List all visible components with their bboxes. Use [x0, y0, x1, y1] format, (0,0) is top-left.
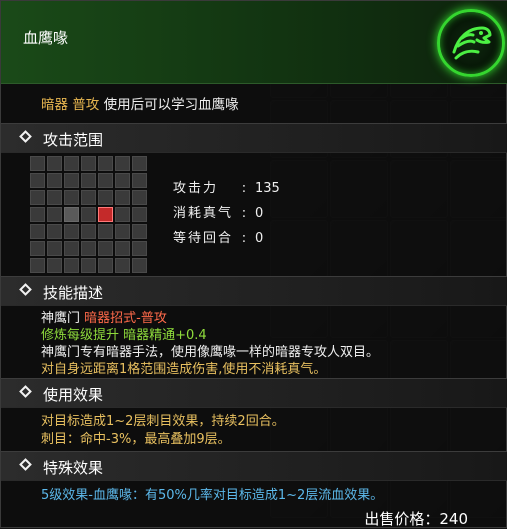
- grid-cell: [132, 241, 147, 256]
- stat-wait-turns: 等待回合:0: [173, 227, 263, 246]
- grid-cell: [47, 173, 62, 188]
- tooltip-header: 血鹰喙: [1, 1, 507, 84]
- grid-cell: [30, 173, 45, 188]
- section-label: 使用效果: [43, 386, 104, 404]
- grid-cell: [30, 258, 45, 273]
- grid-cell: [115, 156, 130, 171]
- grid-cell: [115, 207, 130, 222]
- grid-cell: [132, 156, 147, 171]
- grid-cell: [132, 258, 147, 273]
- diamond-icon: [19, 385, 32, 398]
- item-usage: 使用后可以学习血鹰喙: [103, 97, 239, 113]
- grid-cell: [132, 173, 147, 188]
- grid-cell: [81, 258, 96, 273]
- grid-cell: [30, 190, 45, 205]
- section-label: 攻击范围: [43, 131, 104, 149]
- stat-label: 攻击力: [173, 181, 219, 196]
- item-category: 暗器: [41, 97, 68, 113]
- grid-cell: [30, 207, 45, 222]
- stat-value: 0: [255, 206, 264, 221]
- grid-cell: [81, 173, 96, 188]
- use-effect-2: 刺目：命中-3%，最高叠加9层。: [41, 432, 231, 447]
- stat-value: 135: [255, 181, 280, 196]
- grid-cell: [132, 207, 147, 222]
- grid-cell: [98, 224, 113, 239]
- grid-cell: [30, 224, 45, 239]
- item-tooltip: 血鹰喙 暗器 普攻 使用后可以学习血鹰喙 攻击范围 攻击力:135 消耗真气:0: [0, 0, 507, 528]
- stat-value: 0: [255, 231, 264, 246]
- grid-cell: [115, 173, 130, 188]
- section-special-effect: 特殊效果: [1, 451, 507, 481]
- grid-cell: [30, 156, 45, 171]
- item-type-line: 暗器 普攻 使用后可以学习血鹰喙: [41, 93, 239, 113]
- stat-label: 消耗真气: [173, 206, 234, 221]
- sale-price: 出售价格：240: [364, 508, 468, 529]
- grid-cell: [47, 258, 62, 273]
- grid-cell: [132, 190, 147, 205]
- grid-cell: [64, 224, 79, 239]
- grid-cell: [30, 241, 45, 256]
- item-title: 血鹰喙: [23, 29, 69, 47]
- grid-cell: [98, 258, 113, 273]
- grid-cell: [81, 207, 96, 222]
- section-label: 技能描述: [43, 284, 104, 302]
- grid-cell: [64, 258, 79, 273]
- grid-cell: [64, 241, 79, 256]
- diamond-icon: [19, 130, 32, 143]
- sale-price-separator: ：: [424, 510, 440, 528]
- grid-cell: [98, 173, 113, 188]
- grid-cell: [47, 224, 62, 239]
- grid-cell-target: [98, 207, 113, 222]
- section-label: 特殊效果: [43, 459, 104, 477]
- stat-attack: 攻击力:135: [173, 177, 280, 196]
- stat-energy-cost: 消耗真气:0: [173, 202, 263, 221]
- grid-cell: [115, 190, 130, 205]
- grid-cell: [98, 156, 113, 171]
- skill-desc-2: 对自身远距离1格范围造成伤害,使用不消耗真气。: [41, 362, 327, 377]
- grid-cell-self: [64, 207, 79, 222]
- grid-cell: [115, 224, 130, 239]
- diamond-icon: [19, 458, 32, 471]
- grid-cell: [132, 224, 147, 239]
- grid-cell: [64, 173, 79, 188]
- grid-cell: [47, 241, 62, 256]
- sale-price-label: 出售价格: [364, 510, 425, 528]
- item-attack-type: 普攻: [72, 97, 100, 113]
- stat-label: 等待回合: [173, 231, 234, 246]
- grid-cell: [47, 190, 62, 205]
- grid-cell: [47, 156, 62, 171]
- grid-cell: [81, 241, 96, 256]
- use-effect-1: 对目标造成1~2层刺目效果，持续2回合。: [41, 414, 285, 429]
- grid-cell: [98, 241, 113, 256]
- eagle-head-icon: [437, 9, 505, 77]
- grid-cell: [98, 190, 113, 205]
- grid-cell: [115, 241, 130, 256]
- grid-cell: [81, 190, 96, 205]
- grid-cell: [64, 190, 79, 205]
- section-attack-range: 攻击范围: [1, 123, 507, 153]
- grid-cell: [47, 207, 62, 222]
- special-effect-1: 5级效果-血鹰喙：有50%几率对目标造成1~2层流血效果。: [41, 488, 384, 503]
- section-use-effect: 使用效果: [1, 378, 507, 408]
- diamond-icon: [19, 283, 32, 296]
- grid-cell: [115, 258, 130, 273]
- grid-cell: [81, 224, 96, 239]
- grid-cell: [64, 156, 79, 171]
- grid-cell: [81, 156, 96, 171]
- section-skill-description: 技能描述: [1, 276, 507, 306]
- sale-price-value: 240: [439, 510, 468, 528]
